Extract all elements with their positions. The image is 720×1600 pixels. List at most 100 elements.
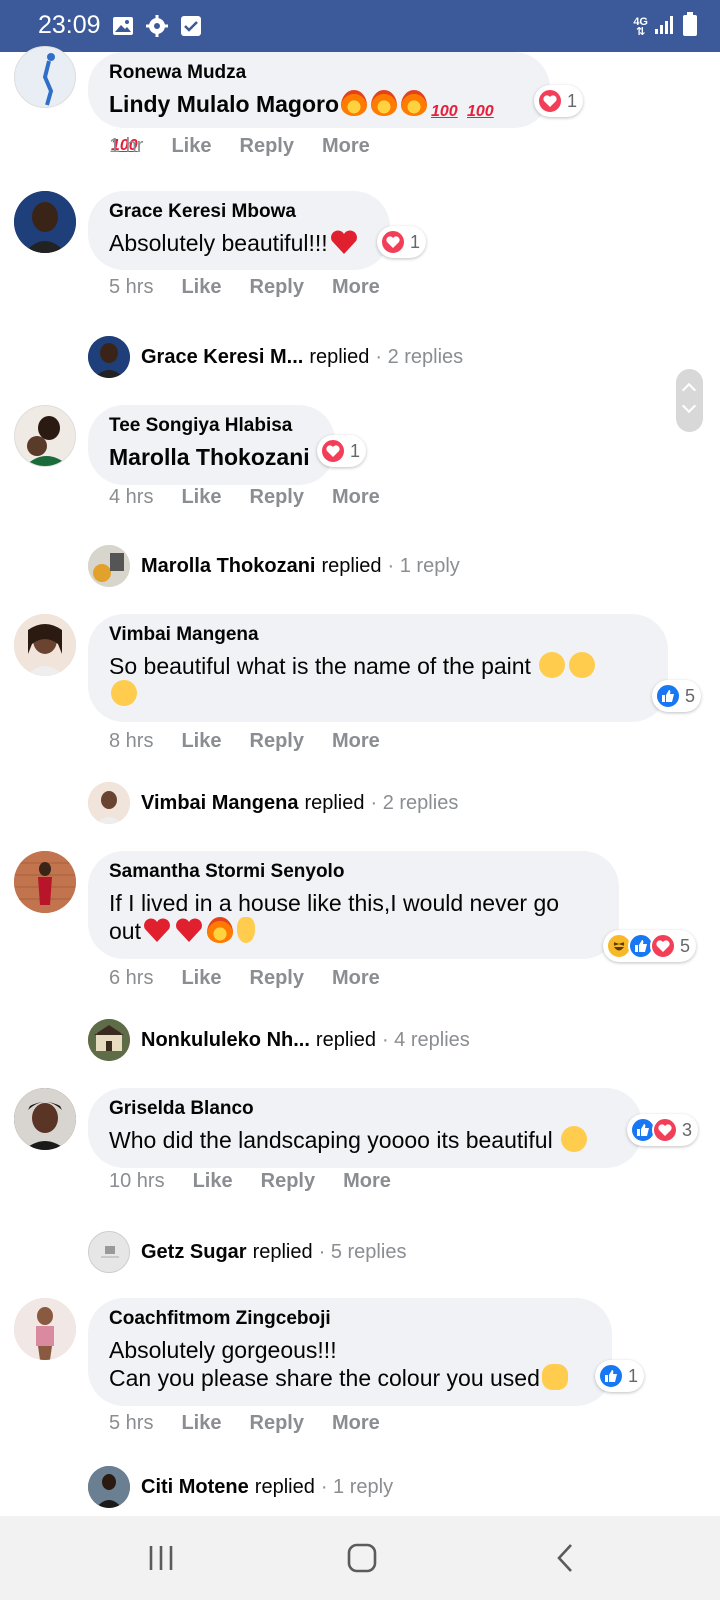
reaction-summary[interactable]: 1 <box>534 85 584 117</box>
comment-author[interactable]: Tee Songiya Hlabisa <box>109 415 313 437</box>
clock: 23:09 <box>38 11 101 39</box>
like-button[interactable]: Like <box>181 967 221 990</box>
comment-time[interactable]: 5 hrs <box>109 276 153 299</box>
reaction-summary[interactable]: 5 <box>652 680 702 712</box>
reply-author[interactable]: Citi Motene <box>141 1476 249 1499</box>
scroll-handle[interactable] <box>676 369 703 432</box>
comment-bubble[interactable]: Ronewa Mudza Lindy Mulalo Magoro 100 10010… <box>88 52 550 154</box>
reply-author[interactable]: Getz Sugar <box>141 1241 247 1264</box>
reply-avatar <box>88 1231 130 1273</box>
reply-author[interactable]: Grace Keresi M... <box>141 346 303 369</box>
like-button[interactable]: Like <box>181 730 221 753</box>
reply-author[interactable]: Nonkululeko Nh... <box>141 1029 310 1052</box>
fire-emoji <box>371 90 397 116</box>
avatar[interactable] <box>14 46 76 108</box>
reply-button[interactable]: Reply <box>261 1170 315 1193</box>
more-button[interactable]: More <box>343 1170 391 1193</box>
avatar[interactable] <box>14 191 76 253</box>
reply-author[interactable]: Marolla Thokozani <box>141 555 315 578</box>
clap-emoji <box>541 1364 568 1390</box>
reply-button[interactable]: Reply <box>250 967 304 990</box>
reaction-summary[interactable]: 3 <box>627 1114 699 1146</box>
recent-apps-button[interactable] <box>141 1540 181 1576</box>
avatar[interactable] <box>14 405 76 467</box>
back-button[interactable] <box>546 1540 586 1576</box>
network-type: 4G ⇅ <box>633 15 648 38</box>
more-button[interactable]: More <box>322 135 370 158</box>
hundred-emoji: 100 <box>431 103 458 120</box>
comment-text: If I lived in a house like this,I would … <box>109 890 560 944</box>
comment-author[interactable]: Vimbai Mangena <box>109 624 646 646</box>
fingers-crossed-emoji <box>236 917 255 943</box>
kiss-emoji <box>539 652 566 678</box>
more-button[interactable]: More <box>332 276 380 299</box>
comment-bubble[interactable]: Griselda Blanco Who did the landscaping … <box>88 1088 642 1168</box>
comment-time[interactable]: 8 hrs <box>109 730 153 753</box>
reaction-summary[interactable]: 1 <box>317 435 367 467</box>
love-reaction-icon <box>650 933 676 959</box>
more-button[interactable]: More <box>332 730 380 753</box>
like-button[interactable]: Like <box>181 276 221 299</box>
reaction-summary[interactable]: 5 <box>603 930 697 962</box>
reply-button[interactable]: Reply <box>250 730 304 753</box>
comment-time[interactable]: 1 hr <box>109 135 143 158</box>
reply-button[interactable]: Reply <box>250 486 304 509</box>
like-reaction-icon <box>598 1363 624 1389</box>
comment-meta: 8 hrs Like Reply More <box>109 730 408 753</box>
reply-count: · 2 replies <box>375 345 464 368</box>
replies-summary[interactable]: Grace Keresi M... replied · 2 replies <box>88 336 463 378</box>
comment-author[interactable]: Grace Keresi Mbowa <box>109 201 368 223</box>
comment-time[interactable]: 4 hrs <box>109 486 153 509</box>
replies-summary[interactable]: Citi Motene replied · 1 reply <box>88 1466 393 1508</box>
like-reaction-icon <box>655 683 681 709</box>
avatar[interactable] <box>14 1298 76 1360</box>
reaction-summary[interactable]: 1 <box>595 1360 645 1392</box>
comment-time[interactable]: 10 hrs <box>109 1170 165 1193</box>
avatar[interactable] <box>14 1088 76 1150</box>
comment-time[interactable]: 5 hrs <box>109 1412 153 1435</box>
comment-text[interactable]: Marolla Thokozani <box>109 443 313 471</box>
comment-author[interactable]: Samantha Stormi Senyolo <box>109 861 597 883</box>
comment-time[interactable]: 6 hrs <box>109 967 153 990</box>
reply-avatar <box>88 1466 130 1508</box>
more-button[interactable]: More <box>332 1412 380 1435</box>
avatar[interactable] <box>14 614 76 676</box>
reaction-count: 3 <box>682 1119 693 1140</box>
comment-meta: 1 hr Like Reply More <box>109 135 398 158</box>
reply-button[interactable]: Reply <box>250 276 304 299</box>
reply-button[interactable]: Reply <box>240 135 294 158</box>
like-button[interactable]: Like <box>171 135 211 158</box>
fire-emoji <box>206 917 233 943</box>
home-button[interactable] <box>342 1540 382 1576</box>
replies-summary[interactable]: Marolla Thokozani replied · 1 reply <box>88 545 460 587</box>
reply-count: · 1 reply <box>320 1475 394 1498</box>
reaction-summary[interactable]: 1 <box>377 226 427 258</box>
reply-author[interactable]: Vimbai Mangena <box>141 792 298 815</box>
replied-label: replied <box>252 1240 313 1263</box>
comment-author[interactable]: Ronewa Mudza <box>109 62 528 84</box>
replies-summary[interactable]: Getz Sugar replied · 5 replies <box>88 1231 406 1273</box>
reply-avatar <box>88 545 130 587</box>
comment-bubble[interactable]: Coachfitmom Zingceboji Absolutely gorgeo… <box>88 1298 612 1406</box>
replied-label: replied <box>254 1475 315 1498</box>
comment-text: Who did the landscaping yoooo its beauti… <box>109 1126 620 1154</box>
comment-bubble[interactable]: Vimbai Mangena So beautiful what is the … <box>88 614 668 722</box>
comment-author[interactable]: Coachfitmom Zingceboji <box>109 1308 590 1330</box>
reply-button[interactable]: Reply <box>250 1412 304 1435</box>
comment-bubble[interactable]: Samantha Stormi Senyolo If I lived in a … <box>88 851 619 959</box>
comment-bubble[interactable]: Tee Songiya Hlabisa Marolla Thokozani <box>88 405 335 485</box>
replied-label: replied <box>321 554 382 577</box>
more-button[interactable]: More <box>332 486 380 509</box>
replies-summary[interactable]: Vimbai Mangena replied · 2 replies <box>88 782 458 824</box>
more-button[interactable]: More <box>332 967 380 990</box>
comment-author[interactable]: Griselda Blanco <box>109 1098 620 1120</box>
replies-summary[interactable]: Nonkululeko Nh... replied · 4 replies <box>88 1019 470 1061</box>
comment-bubble[interactable]: Grace Keresi Mbowa Absolutely beautiful!… <box>88 191 390 270</box>
chevron-up-icon <box>681 382 697 398</box>
like-button[interactable]: Like <box>181 486 221 509</box>
like-button[interactable]: Like <box>181 1412 221 1435</box>
heart-eyes-emoji <box>561 1126 588 1152</box>
love-reaction-icon <box>320 438 346 464</box>
like-button[interactable]: Like <box>193 1170 233 1193</box>
avatar[interactable] <box>14 851 76 913</box>
